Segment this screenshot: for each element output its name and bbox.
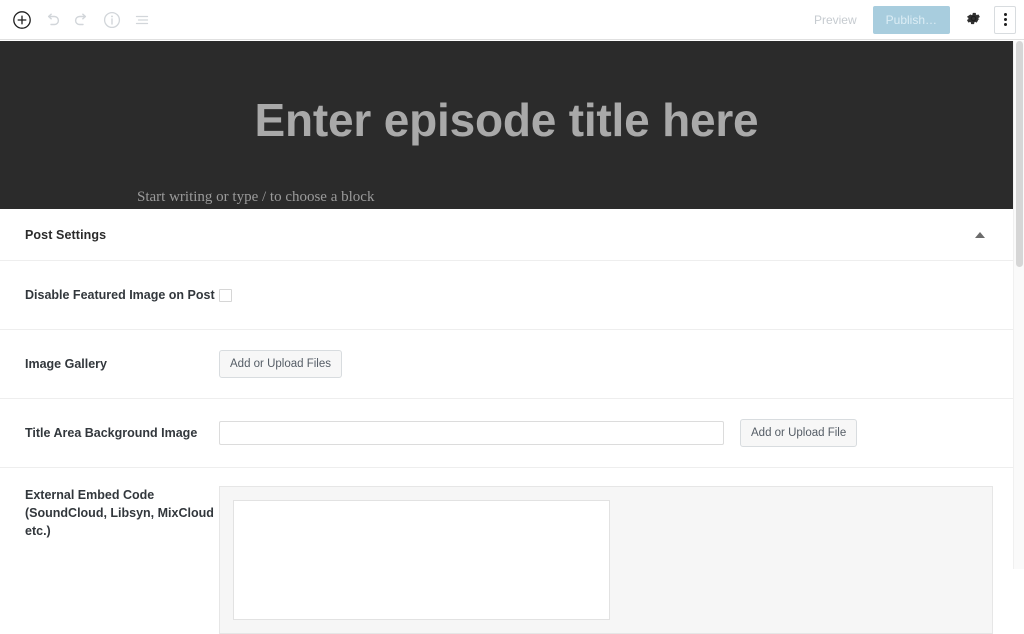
vertical-scrollbar-thumb[interactable]	[1016, 41, 1023, 267]
field-row-title-area-background-image: Title Area Background Image Add or Uploa…	[0, 399, 1013, 468]
caret-up-icon	[975, 231, 985, 238]
field-label-external-embed-code: External Embed Code (SoundCloud, Libsyn,…	[25, 486, 219, 540]
field-row-image-gallery: Image Gallery Add or Upload Files	[0, 330, 1013, 399]
field-row-external-embed-code: External Embed Code (SoundCloud, Libsyn,…	[0, 468, 1013, 634]
settings-button[interactable]	[960, 7, 986, 33]
post-settings-panel: Post Settings Disable Featured Image on …	[0, 209, 1013, 634]
field-control-image-gallery: Add or Upload Files	[219, 349, 988, 379]
toolbar-right-group: Preview Publish…	[804, 5, 1024, 34]
external-embed-code-wrapper	[219, 486, 993, 634]
more-options-button[interactable]	[994, 5, 1016, 34]
add-block-icon	[12, 10, 32, 30]
add-or-upload-files-button[interactable]: Add or Upload Files	[219, 349, 342, 379]
post-settings-header[interactable]: Post Settings	[0, 209, 1013, 261]
add-block-button[interactable]	[8, 6, 36, 34]
post-title-placeholder[interactable]: Enter episode title here	[0, 97, 1013, 143]
list-view-button[interactable]	[128, 6, 156, 34]
field-control-external-embed-code	[219, 486, 993, 634]
vertical-scrollbar-track[interactable]	[1013, 41, 1024, 569]
details-icon	[102, 10, 122, 30]
undo-icon	[42, 10, 62, 30]
redo-button[interactable]	[68, 6, 96, 34]
field-label-title-area-background-image: Title Area Background Image	[25, 425, 198, 440]
panel-collapse-toggle[interactable]	[972, 227, 988, 243]
list-view-icon	[132, 10, 152, 30]
gear-icon	[965, 10, 982, 30]
undo-button[interactable]	[38, 6, 66, 34]
preview-button[interactable]: Preview	[804, 8, 867, 32]
editor-toolbar: Preview Publish…	[0, 0, 1024, 40]
redo-icon	[72, 10, 92, 30]
external-embed-code-textarea[interactable]	[233, 500, 610, 620]
field-label-line-2: (SoundCloud, Libsyn, MixCloud	[25, 506, 214, 521]
disable-featured-image-checkbox[interactable]	[219, 288, 232, 302]
field-label-line-1: External Embed Code	[25, 488, 155, 502]
field-row-disable-featured-image: Disable Featured Image on Post	[0, 261, 1013, 330]
field-control-disable-featured-image	[219, 288, 988, 302]
add-or-upload-file-button[interactable]: Add or Upload File	[740, 418, 858, 448]
field-label-disable-featured-image: Disable Featured Image on Post	[25, 287, 215, 302]
details-button[interactable]	[98, 6, 126, 34]
field-label-image-gallery: Image Gallery	[25, 356, 107, 371]
block-body-placeholder[interactable]: Start writing or type / to choose a bloc…	[137, 189, 374, 206]
page-title: Post Settings	[25, 227, 107, 242]
field-label-line-3: etc.)	[25, 524, 51, 539]
field-control-title-area-background-image: Add or Upload File	[219, 418, 988, 448]
title-area-background-image-input[interactable]	[219, 421, 724, 445]
kebab-menu-icon	[1003, 13, 1007, 26]
title-hero-area: Enter episode title here	[0, 41, 1013, 209]
publish-button[interactable]: Publish…	[872, 5, 950, 34]
toolbar-left-group	[0, 6, 156, 34]
